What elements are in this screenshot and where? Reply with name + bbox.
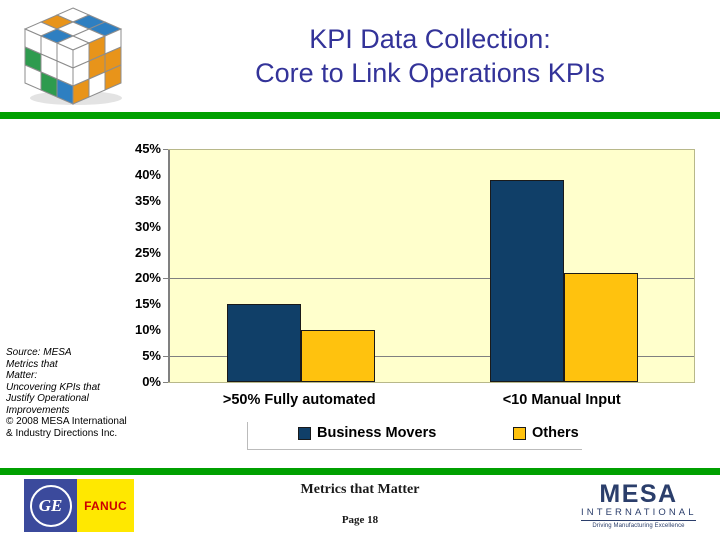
footer-center: Metrics that Matter Page 18 bbox=[180, 481, 540, 526]
ge-monogram-icon: GE bbox=[24, 479, 77, 532]
chart-bar bbox=[563, 273, 638, 382]
rubiks-cube-logo-icon bbox=[14, 2, 132, 108]
x-axis-category-label: <10 Manual Input bbox=[502, 392, 621, 408]
mesa-wordmark: MESA bbox=[599, 480, 678, 508]
source-note: Source: MESA Metrics that Matter: Uncove… bbox=[6, 347, 168, 439]
slide-footer: GE FANUC Metrics that Matter Page 18 MES… bbox=[0, 475, 720, 540]
legend-label: Others bbox=[532, 425, 579, 441]
y-axis-tick-label: 25% bbox=[134, 244, 161, 260]
y-axis-tick-mark bbox=[163, 278, 169, 280]
page-title: KPI Data Collection: Core to Link Operat… bbox=[150, 22, 710, 90]
source-line-5: Justify Operational bbox=[6, 393, 89, 404]
source-line-6: Improvements bbox=[6, 404, 70, 416]
fanuc-block: FANUC bbox=[77, 479, 134, 532]
ge-fanuc-logo: GE FANUC bbox=[24, 479, 134, 532]
mesa-tagline: Driving Manufacturing Excellence bbox=[592, 523, 685, 529]
source-line-3: Matter: bbox=[6, 370, 38, 381]
legend-label: Business Movers bbox=[317, 425, 437, 441]
footer-accent-rule bbox=[0, 468, 720, 475]
y-axis-tick-label: 45% bbox=[134, 141, 161, 156]
chart-bar bbox=[227, 304, 302, 382]
page-title-line-1: KPI Data Collection: bbox=[309, 24, 551, 54]
ge-monogram-text: GE bbox=[29, 484, 72, 527]
source-line-4: Uncovering KPIs that bbox=[6, 381, 100, 393]
y-axis-tick-label: 15% bbox=[134, 296, 161, 312]
header-accent-rule bbox=[0, 112, 720, 119]
chart-legend: Business Movers Others bbox=[247, 422, 582, 450]
y-axis-tick-label: 10% bbox=[134, 322, 161, 338]
x-axis-category-label: >50% Fully automated bbox=[222, 392, 376, 408]
legend-entry: Others bbox=[513, 425, 579, 441]
page-title-line-2: Core to Link Operations KPIs bbox=[255, 58, 605, 88]
legend-entry: Business Movers bbox=[298, 425, 436, 441]
chart-bar bbox=[301, 330, 376, 382]
footer-title: Metrics that Matter bbox=[300, 482, 420, 497]
page-number: Page 18 bbox=[341, 514, 379, 526]
plot-area bbox=[163, 149, 695, 383]
mesa-subtitle: INTERNATIONAL bbox=[581, 507, 696, 521]
source-line-8: & Industry Directions Inc. bbox=[6, 427, 118, 439]
mesa-international-logo: MESA INTERNATIONAL Driving Manufacturing… bbox=[581, 481, 696, 529]
slide-header: KPI Data Collection: Core to Link Operat… bbox=[0, 0, 720, 112]
source-line-7: © 2008 MESA International bbox=[6, 416, 127, 427]
legend-color-swatch bbox=[513, 426, 526, 440]
y-axis-tick-mark bbox=[163, 149, 169, 150]
source-line-2: Metrics that bbox=[6, 358, 58, 370]
y-axis-tick-label: 40% bbox=[134, 166, 161, 182]
legend-color-swatch bbox=[298, 426, 311, 440]
chart-bar bbox=[489, 180, 564, 382]
y-axis-tick-label: 20% bbox=[134, 270, 161, 286]
y-axis-tick-label: 30% bbox=[134, 218, 161, 234]
y-axis-tick-label: 35% bbox=[134, 192, 161, 208]
fanuc-label: FANUC bbox=[84, 498, 127, 513]
source-line-1: Source: MESA bbox=[6, 347, 72, 358]
